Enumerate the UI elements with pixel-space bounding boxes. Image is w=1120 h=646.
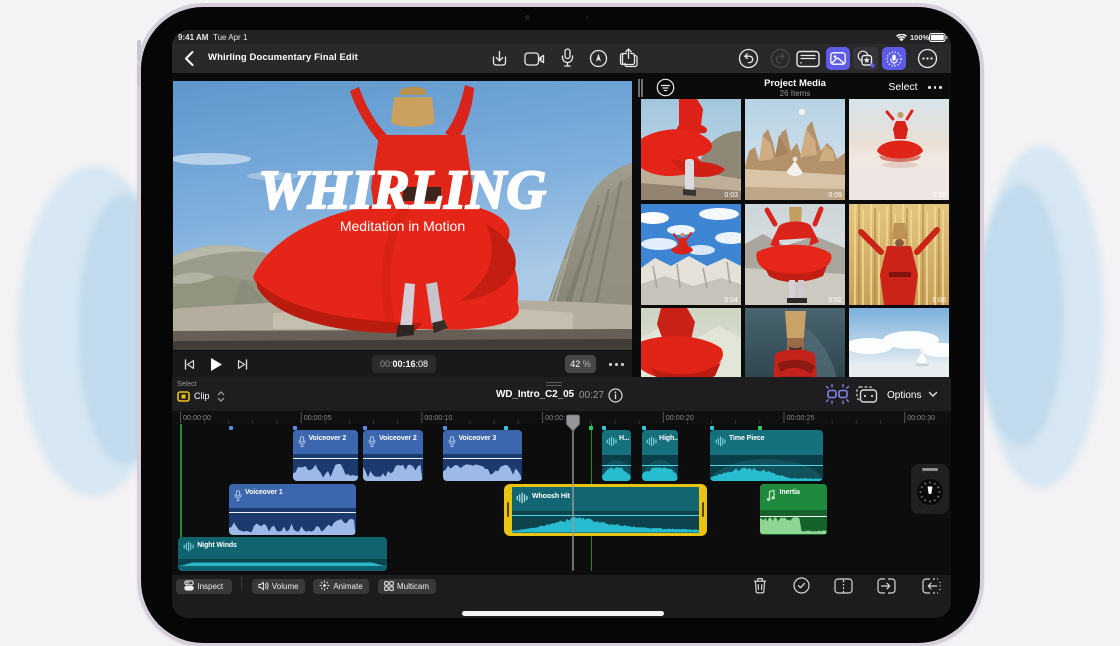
svg-text:00:00:10: 00:00:10 — [424, 413, 452, 422]
svg-text:00:00:25: 00:00:25 — [787, 413, 815, 422]
svg-text:0:10: 0:10 — [932, 192, 946, 199]
svg-text:00:00:05: 00:00:05 — [304, 413, 332, 422]
svg-text:0:04: 0:04 — [724, 297, 738, 304]
svg-text:0:06: 0:06 — [932, 297, 946, 304]
svg-text:0:09: 0:09 — [828, 192, 842, 199]
svg-text:0:02: 0:02 — [828, 297, 842, 304]
svg-text:00:00:00: 00:00:00 — [183, 413, 211, 422]
svg-text:00:00:30: 00:00:30 — [907, 413, 935, 422]
svg-text:00:00:20: 00:00:20 — [666, 413, 694, 422]
svg-text:0:03: 0:03 — [724, 192, 738, 199]
